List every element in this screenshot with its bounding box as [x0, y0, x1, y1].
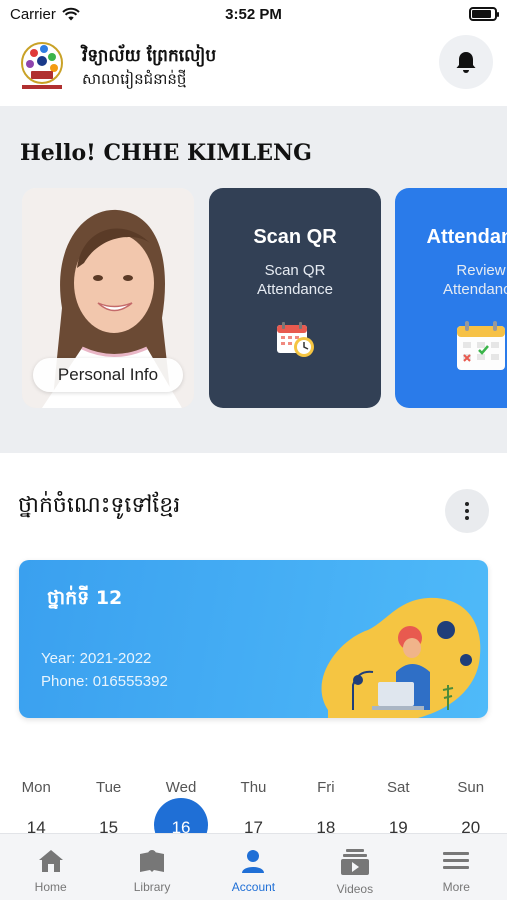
personal-info-card[interactable]: Personal Info — [22, 188, 194, 408]
nav-videos[interactable]: Videos — [310, 834, 400, 900]
class-year: Year: 2021-2022 — [41, 650, 152, 667]
greeting-text: Hello! CHHE KIMLENG — [20, 140, 312, 166]
library-icon — [140, 850, 165, 872]
date-cell[interactable]: 15 — [79, 818, 139, 833]
status-left: Carrier — [10, 6, 80, 23]
attendance-card[interactable]: Attendance Review Attendance — [395, 188, 507, 408]
account-icon — [242, 850, 265, 873]
weekday-label: Wed — [165, 779, 197, 796]
weekday-label: Sat — [387, 779, 410, 796]
dot-icon — [465, 502, 469, 506]
date-cell[interactable]: 19 — [368, 818, 428, 833]
date-number: 15 — [99, 818, 119, 833]
dot-icon — [465, 509, 469, 513]
attendance-title: Attendance — [426, 226, 507, 248]
attendance-description: Review Attendance — [443, 262, 507, 298]
nav-library[interactable]: Library — [107, 834, 197, 900]
nav-label: Account — [231, 880, 276, 894]
nav-label: Videos — [336, 882, 374, 896]
nav-label: Library — [133, 880, 171, 894]
more-options-button[interactable] — [445, 489, 489, 533]
date-number: 14 — [26, 818, 46, 833]
weekday-label: Mon — [21, 779, 51, 796]
student-laptop-illustration — [321, 597, 481, 718]
date-cell[interactable]: 14 — [6, 818, 66, 833]
carrier-label: Carrier — [10, 5, 56, 23]
notifications-button[interactable] — [439, 35, 493, 89]
date-cell[interactable]: 17 — [223, 818, 283, 833]
date-number: 19 — [388, 818, 408, 833]
section-title: ថ្នាក់ចំណេះទូទៅខ្មែរ — [18, 493, 181, 518]
home-icon — [38, 850, 63, 872]
school-name: វិទ្យាល័យ ព្រែកលៀប — [82, 46, 217, 66]
selected-date[interactable]: 16 — [151, 818, 211, 833]
weekday-label: Thu — [240, 779, 267, 796]
bell-icon — [456, 52, 476, 73]
date-cell[interactable]: 18 — [296, 818, 356, 833]
class-phone: Phone: 016555392 — [41, 673, 168, 690]
school-logo — [14, 39, 70, 95]
date-number: 16 — [171, 818, 191, 833]
nav-account[interactable]: Account — [208, 834, 298, 900]
class-name: ថ្នាក់ទី 12 — [47, 587, 123, 609]
videos-icon — [340, 849, 369, 875]
weekday-row: Mon Tue Wed Thu Fri Sat Sun — [0, 753, 507, 796]
battery-icon — [469, 7, 499, 21]
quick-cards: Personal Info Scan QR Scan QR Attendance… — [22, 188, 507, 410]
weekday-label: Fri — [317, 779, 335, 796]
scan-qr-description: Scan QR Attendance — [257, 262, 333, 298]
weekday-label: Tue — [95, 779, 122, 796]
date-number: 18 — [316, 818, 336, 833]
app-header: វិទ្យាល័យ ព្រែកលៀប សាលារៀនជំនាន់ថ្មី — [0, 28, 507, 106]
nav-label: Home — [34, 880, 67, 894]
class-section: ថ្នាក់ចំណេះទូទៅខ្មែរ ថ្នាក់ទី 12 Year: 2… — [0, 453, 507, 753]
nav-label: More — [442, 880, 470, 894]
status-bar: Carrier 3:52 PM — [0, 0, 507, 28]
menu-icon — [443, 852, 470, 869]
date-number: 20 — [461, 818, 481, 833]
date-number: 17 — [244, 818, 263, 833]
nav-more[interactable]: More — [411, 834, 501, 900]
school-subtitle: សាលារៀនជំនាន់ថ្មី — [82, 70, 187, 88]
bottom-nav: Home Library Account Videos More — [0, 833, 507, 900]
scan-qr-card[interactable]: Scan QR Scan QR Attendance — [209, 188, 381, 408]
dot-icon — [465, 516, 469, 520]
weekday-label: Sun — [457, 779, 485, 796]
date-cell[interactable]: 20 — [441, 818, 501, 833]
date-row: 14 15 16 17 18 19 20 — [0, 796, 507, 833]
nav-home[interactable]: Home — [6, 834, 96, 900]
week-calendar: Mon Tue Wed Thu Fri Sat Sun 14 15 16 17 18 19 20 — [0, 753, 507, 833]
scan-qr-title: Scan QR — [253, 226, 337, 248]
personal-info-label: Personal Info — [33, 358, 183, 392]
class-card[interactable]: ថ្នាក់ទី 12 Year: 2021-2022 Phone: 01655… — [19, 560, 488, 718]
calendar-clock-icon — [277, 322, 314, 357]
school-logo-graphic — [21, 42, 63, 89]
battery-fill — [472, 10, 491, 18]
calendar-check-icon — [457, 321, 505, 370]
wifi-icon — [62, 7, 80, 21]
school-names: វិទ្យាល័យ ព្រែកលៀប សាលារៀនជំនាន់ថ្មី — [82, 44, 216, 90]
